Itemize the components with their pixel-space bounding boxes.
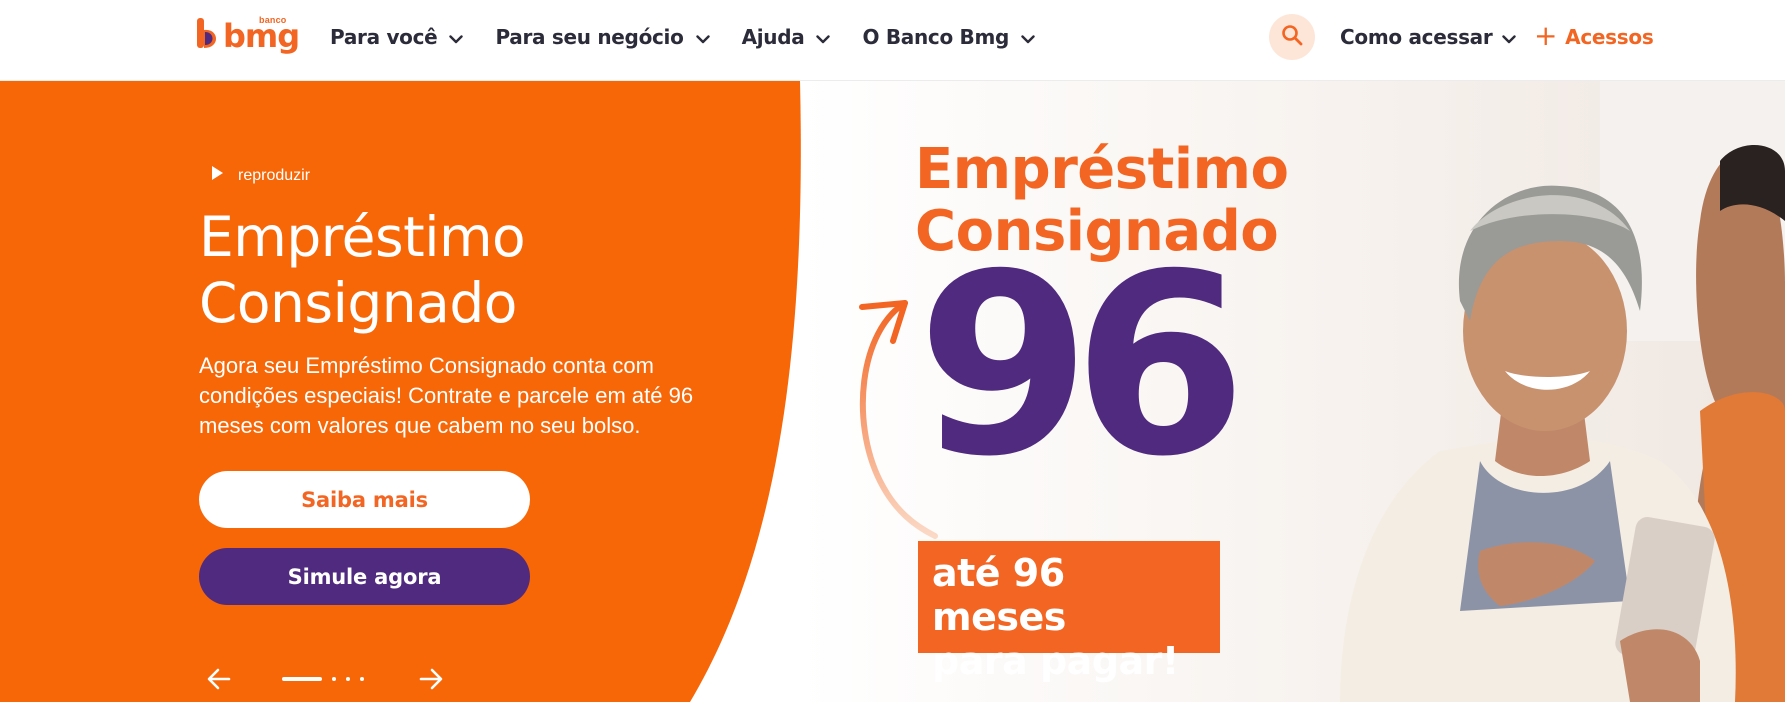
carousel-dots — [282, 677, 374, 681]
nav-item-para-voce[interactable]: Para você — [330, 25, 464, 49]
carousel-dot[interactable] — [332, 677, 336, 681]
arrow-right-icon[interactable] — [417, 666, 445, 692]
como-acessar-label: Como acessar — [1340, 25, 1493, 49]
hero-title-line-1: Empréstimo — [199, 205, 526, 269]
hero-title: Empréstimo Consignado — [199, 204, 759, 336]
hero-slide-content: reproduzir Empréstimo Consignado Agora s… — [0, 81, 800, 702]
banner-tag-line-2: para pagar! — [932, 639, 1179, 683]
carousel-controls — [205, 666, 445, 692]
como-acessar-dropdown[interactable]: Como acessar — [1340, 22, 1517, 52]
nav-item-ajuda[interactable]: Ajuda — [742, 25, 831, 49]
chevron-down-icon — [1502, 25, 1517, 49]
site-header: banco bmg Para você Para seu negócio Aju… — [0, 0, 1785, 81]
saiba-mais-button[interactable]: Saiba mais — [199, 471, 530, 528]
nav-item-label: Para você — [330, 25, 438, 49]
search-button[interactable] — [1269, 14, 1315, 60]
hero-carousel: reproduzir Empréstimo Consignado Agora s… — [0, 81, 1785, 702]
play-label: reproduzir — [238, 166, 311, 184]
play-button[interactable]: reproduzir — [210, 165, 310, 186]
hero-description: Agora seu Empréstimo Consignado conta co… — [199, 353, 694, 438]
chevron-down-icon — [1021, 25, 1035, 49]
nav-item-label: Ajuda — [741, 25, 805, 49]
nav-item-label: Para seu negócio — [495, 25, 684, 49]
nav-item-o-banco-bmg[interactable]: O Banco Bmg — [862, 25, 1035, 49]
main-nav: Para você Para seu negócio Ajuda O Banco… — [330, 22, 1067, 52]
carousel-dot-active[interactable] — [282, 677, 322, 681]
hero-banner-image: Empréstimo Consignado 96 até 96 meses pa… — [800, 81, 1785, 702]
nav-item-label: O Banco Bmg — [862, 25, 1010, 49]
banner-title-line-1: Empréstimo — [915, 137, 1289, 202]
chevron-down-icon — [449, 25, 464, 49]
chevron-down-icon — [695, 25, 710, 49]
search-icon — [1281, 24, 1303, 51]
carousel-dot[interactable] — [360, 677, 364, 681]
arrow-left-icon[interactable] — [205, 666, 233, 692]
banner-tag: até 96 meses para pagar! — [918, 541, 1220, 683]
acessos-label: Acessos — [1565, 25, 1654, 49]
bmg-logo[interactable]: banco bmg — [197, 15, 300, 58]
simule-agora-button[interactable]: Simule agora — [199, 548, 530, 605]
plus-icon: + — [1534, 18, 1558, 52]
banner-tag-line-1: até 96 meses — [932, 551, 1066, 639]
acessos-button[interactable]: + Acessos — [1534, 18, 1654, 52]
logo-wordmark: bmg — [223, 17, 300, 55]
chevron-down-icon — [816, 25, 831, 49]
banner-big-number: 96 — [917, 220, 1247, 511]
nav-item-para-seu-negocio[interactable]: Para seu negócio — [495, 25, 710, 49]
play-icon — [210, 165, 224, 186]
hero-title-line-2: Consignado — [199, 271, 517, 335]
carousel-dot[interactable] — [346, 677, 350, 681]
